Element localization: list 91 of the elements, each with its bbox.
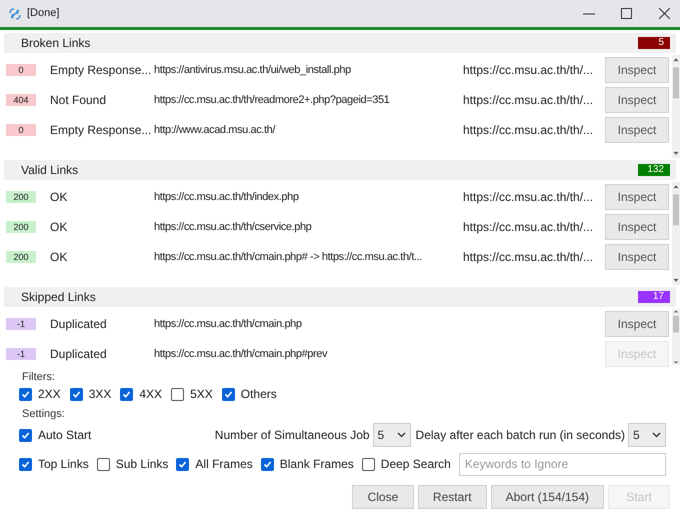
checkbox-label: 4XX <box>139 386 162 403</box>
source-url: https://cc.msu.ac.th/th/... <box>463 62 594 79</box>
check-icon <box>21 460 30 468</box>
link-url: https://cc.msu.ac.th/th/cservice.php <box>154 220 312 235</box>
status-text: Duplicated <box>50 316 108 333</box>
checkbox[interactable] <box>120 388 134 400</box>
check-icon <box>122 390 132 398</box>
status-text: Duplicated <box>50 346 108 363</box>
section-title: Skipped Links <box>21 289 96 306</box>
delay-label: Delay after each batch run (in seconds) <box>416 427 625 444</box>
window-title: [Done] <box>27 6 60 22</box>
check-icon <box>72 390 81 398</box>
check-icon <box>21 390 30 398</box>
checkbox[interactable] <box>19 458 32 470</box>
checkbox-label: Deep Search <box>380 456 451 473</box>
status-text: OK <box>50 219 68 236</box>
checkbox-label: Auto Start <box>38 427 92 444</box>
inspect-button[interactable]: Inspect <box>605 311 669 337</box>
settings-legend: Settings: <box>22 408 670 421</box>
link-url: https://cc.msu.ac.th/th/cmain.php# -> https://cc.msu.ac.th/t... <box>154 250 423 265</box>
checkbox-label: 5XX <box>190 386 213 403</box>
status-code: -1 <box>6 348 36 360</box>
checkbox-label: Blank Frames <box>280 456 354 473</box>
status-code: 0 <box>6 124 36 136</box>
footer-button[interactable]: Abort (154/154) <box>490 485 604 509</box>
status-code: 404 <box>6 94 36 106</box>
checkbox[interactable] <box>260 458 274 470</box>
status-code: 200 <box>6 191 36 203</box>
jobs-label: Number of Simultaneous Job <box>214 427 370 444</box>
check-icon <box>224 390 233 398</box>
check-icon <box>178 460 188 468</box>
checkbox-label: 3XX <box>88 386 112 403</box>
link-url: https://cc.msu.ac.th/th/cmain.php <box>154 316 303 332</box>
scrollbar[interactable] <box>672 309 680 365</box>
status-text: Not Found <box>50 92 108 109</box>
status-code: -1 <box>6 318 36 330</box>
checkbox[interactable] <box>70 388 83 400</box>
section-title: Broken Links <box>21 35 90 52</box>
inspect-button[interactable]: Inspect <box>605 87 669 113</box>
status-code: 0 <box>6 64 36 76</box>
count-badge: 132 <box>638 164 670 176</box>
checkbox[interactable] <box>362 458 375 470</box>
status-text: OK <box>50 189 68 206</box>
status-code: 200 <box>6 221 36 233</box>
delay-select[interactable]: 5 <box>628 423 666 447</box>
source-url: https://cc.msu.ac.th/th/... <box>463 92 594 109</box>
inspect-button[interactable]: Inspect <box>605 57 669 83</box>
status-text: OK <box>50 249 68 266</box>
inspect-button[interactable]: Inspect <box>605 214 669 240</box>
chevron-down-icon <box>396 432 406 438</box>
count-badge: 5 <box>638 37 670 49</box>
status-code: 200 <box>6 251 36 263</box>
checkbox-label: 2XX <box>38 386 61 403</box>
status-text: Empty Response... <box>50 62 152 79</box>
checkbox[interactable] <box>222 388 235 400</box>
source-url: https://cc.msu.ac.th/th/... <box>463 122 594 139</box>
chevron-down-icon <box>652 432 661 438</box>
source-url: https://cc.msu.ac.th/th/... <box>463 249 594 266</box>
link-url: https://cc.msu.ac.th/th/index.php <box>154 190 300 205</box>
status-text: Empty Response... <box>50 122 152 139</box>
checkbox-label: Sub Links <box>116 456 168 473</box>
scrollbar[interactable] <box>672 182 680 285</box>
checkbox[interactable] <box>171 388 184 400</box>
source-url: https://cc.msu.ac.th/th/... <box>463 189 594 206</box>
inspect-button[interactable]: Inspect <box>605 117 669 143</box>
checkbox-label: Others <box>240 386 277 403</box>
check-icon <box>21 430 30 440</box>
footer-button[interactable]: Restart <box>418 485 487 509</box>
keywords-field[interactable]: Keywords to Ignore <box>458 452 666 476</box>
link-url: https://cc.msu.ac.th/th/cmain.php#prev <box>154 346 328 362</box>
section-title: Valid Links <box>21 162 78 179</box>
checkbox[interactable] <box>19 388 32 400</box>
source-url: https://cc.msu.ac.th/th/... <box>463 219 594 236</box>
checkbox[interactable] <box>176 458 190 470</box>
jobs-select[interactable]: 5 <box>372 423 411 447</box>
footer-button[interactable]: Close <box>352 485 414 509</box>
check-icon <box>262 460 272 468</box>
checkbox[interactable] <box>19 428 32 442</box>
link-url: http://www.acad.msu.ac.th/ <box>154 122 276 138</box>
inspect-button[interactable]: Inspect <box>605 244 669 270</box>
close-icon[interactable] <box>659 8 670 19</box>
inspect-button[interactable]: Inspect <box>605 184 669 210</box>
checkbox-label: Top Links <box>38 456 89 473</box>
checkbox[interactable] <box>96 458 110 470</box>
link-url: https://cc.msu.ac.th/th/readmore2+.php?pageid=351 <box>154 92 390 108</box>
scrollbar[interactable] <box>672 55 680 158</box>
maximize-icon[interactable] <box>621 8 632 19</box>
count-badge: 17 <box>638 291 670 303</box>
checkbox-label: All Frames <box>195 456 253 473</box>
filters-legend: Filters: <box>22 371 670 383</box>
link-url: https://antivirus.msu.ac.th/ui/web_install.php <box>154 62 352 78</box>
